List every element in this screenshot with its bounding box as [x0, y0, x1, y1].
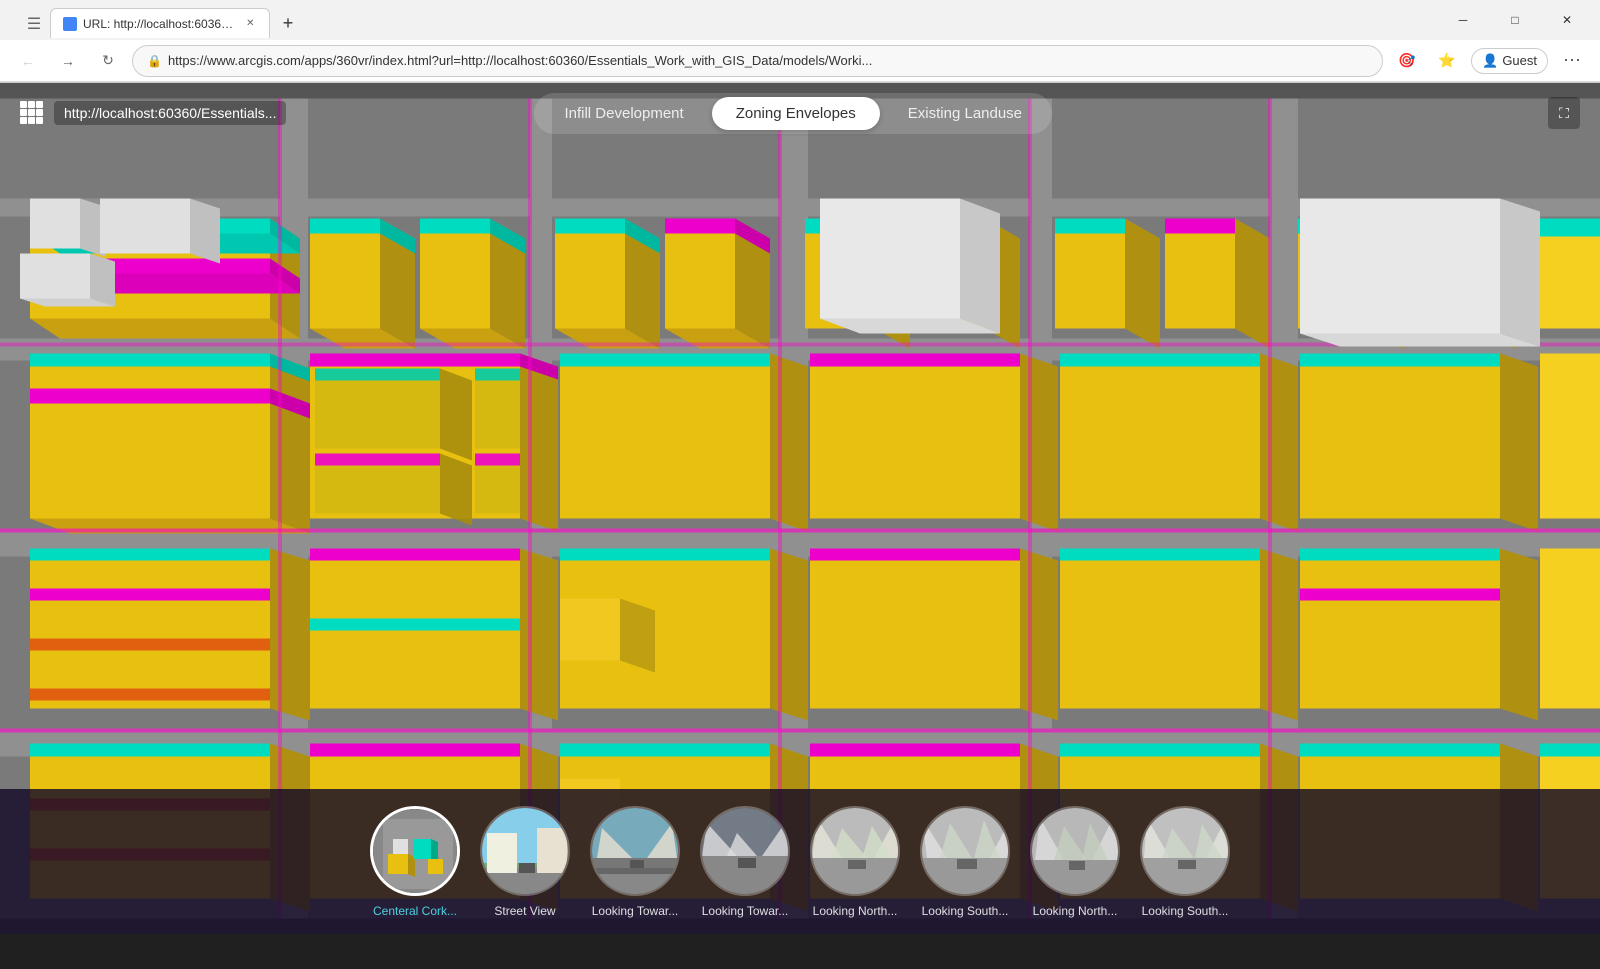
thumbnail-looking-north-2[interactable]: Looking North...: [1030, 806, 1120, 918]
thumb-circle-6: [1030, 806, 1120, 896]
refresh-btn[interactable]: ↻: [92, 45, 124, 77]
nav-tab-infill[interactable]: Infill Development: [540, 97, 707, 130]
url-input[interactable]: [168, 53, 1368, 68]
extensions-btn[interactable]: 🎯: [1391, 45, 1423, 77]
thumbnail-looking-south-2[interactable]: Looking South...: [1140, 806, 1230, 918]
thumb-circle-2: [590, 806, 680, 896]
tab-close-btn[interactable]: ✕: [244, 16, 257, 32]
tab-favicon-icon: [63, 17, 77, 31]
browser-menu-btn[interactable]: ⋯: [1556, 45, 1588, 77]
tab-title: URL: http://localhost:60360/Esse...: [83, 17, 238, 31]
close-btn[interactable]: ✕: [1544, 5, 1590, 35]
maximize-btn[interactable]: □: [1492, 5, 1538, 35]
thumb-circle-4: [810, 806, 900, 896]
fullscreen-btn[interactable]: ⛶: [1548, 97, 1580, 129]
thumb-label-4: Looking North...: [813, 904, 898, 918]
thumb-label-3: Looking Towar...: [702, 904, 789, 918]
favorites-btn[interactable]: ⭐: [1431, 45, 1463, 77]
grid-icon: [20, 101, 44, 125]
thumbnail-looking-toward-1[interactable]: Looking Towar...: [590, 806, 680, 918]
thumb-circle-1: [480, 806, 570, 896]
address-bar-row: ← → ↻ 🔒 🎯 ⭐ 👤 Guest ⋯: [0, 40, 1600, 82]
sidebar-toggle-btn[interactable]: ☰: [20, 10, 48, 38]
thumbnail-looking-south-1[interactable]: Looking South...: [920, 806, 1010, 918]
thumbnail-central-cork[interactable]: Centeral Cork...: [370, 806, 460, 918]
app-url-label: http://localhost:60360/Essentials...: [54, 101, 286, 125]
app-nav: Infill Development Zoning Envelopes Exis…: [534, 93, 1052, 134]
thumb-circle-0: [370, 806, 460, 896]
lock-icon: 🔒: [147, 54, 162, 68]
nav-tab-zoning[interactable]: Zoning Envelopes: [712, 97, 880, 130]
guest-label: Guest: [1502, 53, 1537, 68]
guest-icon: 👤: [1482, 53, 1498, 69]
guest-profile-btn[interactable]: 👤 Guest: [1471, 48, 1548, 74]
thumb-label-5: Looking South...: [922, 904, 1009, 918]
nav-tab-landuse[interactable]: Existing Landuse: [884, 97, 1046, 130]
thumb-label-0: Centeral Cork...: [373, 904, 457, 918]
app-logo-area: http://localhost:60360/Essentials...: [20, 101, 286, 125]
thumb-circle-5: [920, 806, 1010, 896]
thumb-label-1: Street View: [494, 904, 555, 918]
thumbnail-looking-toward-2[interactable]: Looking Towar...: [700, 806, 790, 918]
thumb-label-6: Looking North...: [1033, 904, 1118, 918]
thumb-label-7: Looking South...: [1142, 904, 1229, 918]
back-btn[interactable]: ←: [12, 45, 44, 77]
title-bar: ☰ URL: http://localhost:60360/Esse... ✕ …: [0, 0, 1600, 40]
thumbnail-strip: Centeral Cork... Street View: [0, 789, 1600, 934]
new-tab-btn[interactable]: +: [272, 8, 304, 38]
thumb-circle-3: [700, 806, 790, 896]
app-container: http://localhost:60360/Essentials... Inf…: [0, 83, 1600, 934]
app-header: http://localhost:60360/Essentials... Inf…: [0, 83, 1600, 143]
thumbnail-looking-north-1[interactable]: Looking North...: [810, 806, 900, 918]
thumb-label-2: Looking Towar...: [592, 904, 679, 918]
browser-chrome: ☰ URL: http://localhost:60360/Esse... ✕ …: [0, 0, 1600, 83]
active-tab[interactable]: URL: http://localhost:60360/Esse... ✕: [50, 8, 270, 38]
thumb-circle-7: [1140, 806, 1230, 896]
forward-btn[interactable]: →: [52, 45, 84, 77]
window-controls: ─ □ ✕: [1440, 5, 1590, 35]
minimize-btn[interactable]: ─: [1440, 5, 1486, 35]
thumbnail-street-view[interactable]: Street View: [480, 806, 570, 918]
address-bar[interactable]: 🔒: [132, 45, 1383, 77]
